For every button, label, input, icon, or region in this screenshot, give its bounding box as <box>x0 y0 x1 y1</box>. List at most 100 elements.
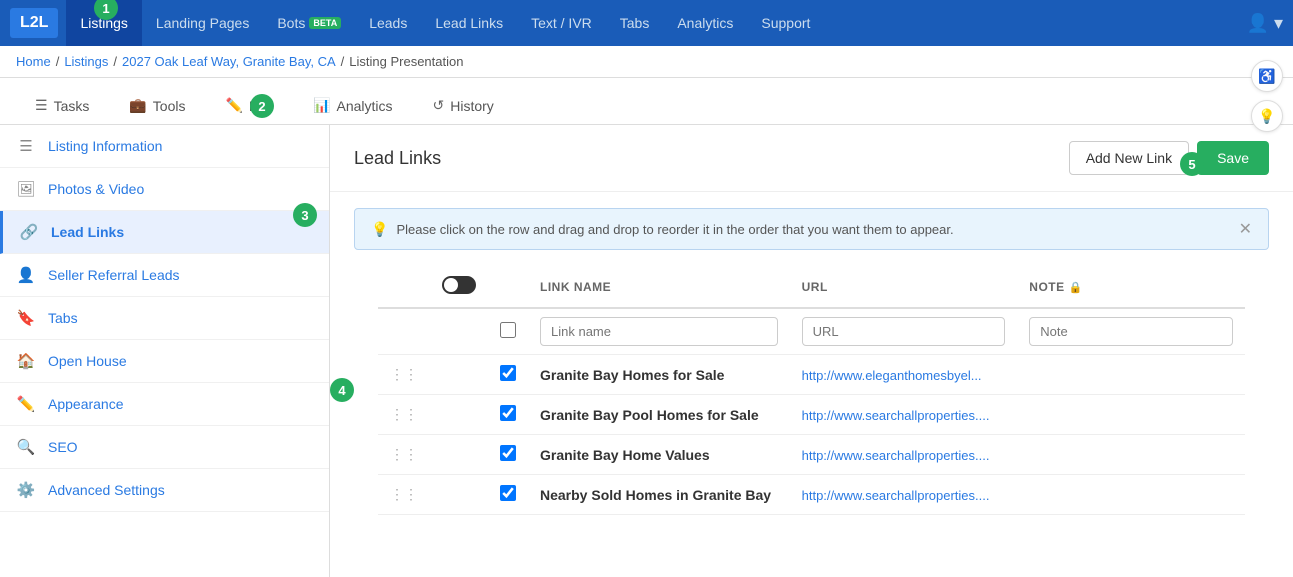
tab-history[interactable]: ↺ History <box>414 86 513 124</box>
sidebar-item-tabs[interactable]: 🔖 Tabs <box>0 297 329 340</box>
sidebar-item-appearance-label: Appearance <box>48 396 124 412</box>
user-menu[interactable]: 👤 ▾ <box>1247 13 1283 34</box>
drag-handle-cell-2: ⋮⋮ <box>378 395 430 435</box>
input-drag-cell <box>378 308 430 355</box>
row-2-checkbox[interactable] <box>500 405 516 421</box>
history-icon: ↺ <box>433 97 445 114</box>
logo[interactable]: L2L <box>10 8 58 38</box>
row-4-note <box>1017 475 1245 515</box>
lightbulb-icon-button[interactable]: 💡 <box>1251 125 1283 132</box>
input-checkbox-cell <box>488 308 528 355</box>
drag-handle-cell-4: ⋮⋮ <box>378 475 430 515</box>
top-navigation: L2L Listings Landing Pages Bots BETA Lea… <box>0 0 1293 46</box>
nav-item-tabs[interactable]: Tabs <box>606 0 664 46</box>
row-2-url: http://www.searchallproperties.... <box>790 395 1018 435</box>
row-4-checkbox[interactable] <box>500 485 516 501</box>
add-new-link-button[interactable]: Add New Link <box>1069 141 1189 175</box>
sidebar-item-seller-referral-leads[interactable]: 👤 Seller Referral Leads <box>0 254 329 297</box>
breadcrumb-current: Listing Presentation <box>349 54 463 69</box>
drag-handle-cell: ⋮⋮ <box>378 355 430 395</box>
lead-links-table: LINK NAME URL NOTE 🔒 <box>378 266 1245 515</box>
sidebar-item-lead-links-label: Lead Links <box>51 224 124 240</box>
toggle-column-header <box>430 266 488 308</box>
toggle-cell-1 <box>430 355 488 395</box>
note-input[interactable] <box>1029 317 1233 346</box>
breadcrumb: Home / Listings / 2027 Oak Leaf Way, Gra… <box>0 46 1293 78</box>
info-box: 💡 Please click on the row and drag and d… <box>354 208 1269 250</box>
breadcrumb-home[interactable]: Home <box>16 54 51 69</box>
sidebar-item-tabs-label: Tabs <box>48 310 78 326</box>
note-column-header: NOTE 🔒 <box>1017 266 1245 308</box>
input-toggle-cell <box>430 308 488 355</box>
open-house-icon: 🏠 <box>16 352 36 370</box>
step-badge-5: 5 <box>1180 152 1204 176</box>
sidebar-item-open-house[interactable]: 🏠 Open House <box>0 340 329 383</box>
nav-item-lead-links[interactable]: Lead Links <box>421 0 517 46</box>
sidebar-item-seo[interactable]: 🔍 SEO <box>0 426 329 469</box>
main-wrapper: ☰ Tasks 💼 Tools ✏️ Edit 📊 Analytics ↺ Hi… <box>0 78 1293 577</box>
drag-handle-icon[interactable]: ⋮⋮ <box>390 366 418 382</box>
row-4-url-link[interactable]: http://www.searchallproperties.... <box>802 488 990 503</box>
input-url-cell <box>790 308 1018 355</box>
drag-handle-icon-3[interactable]: ⋮⋮ <box>390 446 418 462</box>
nav-item-support[interactable]: Support <box>747 0 824 46</box>
nav-item-leads[interactable]: Leads <box>355 0 421 46</box>
tabs-bar: ☰ Tasks 💼 Tools ✏️ Edit 📊 Analytics ↺ Hi… <box>0 78 1293 125</box>
row-3-checkbox[interactable] <box>500 445 516 461</box>
row-1-link-name: Granite Bay Homes for Sale <box>528 355 790 395</box>
tab-analytics-label: Analytics <box>336 98 392 114</box>
tab-tools-label: Tools <box>153 98 186 114</box>
row-3-url-link[interactable]: http://www.searchallproperties.... <box>802 448 990 463</box>
toggle-all-switch[interactable] <box>442 276 476 294</box>
drag-handle-icon-2[interactable]: ⋮⋮ <box>390 406 418 422</box>
seller-referral-leads-icon: 👤 <box>16 266 36 284</box>
nav-item-bots[interactable]: Bots BETA <box>263 0 355 46</box>
sidebar-item-photos-video-label: Photos & Video <box>48 181 144 197</box>
step-badge-4: 4 <box>330 378 354 402</box>
sidebar-item-advanced-settings[interactable]: ⚙️ Advanced Settings <box>0 469 329 512</box>
nav-item-analytics[interactable]: Analytics <box>663 0 747 46</box>
toggle-cell-2 <box>430 395 488 435</box>
row-1-url-link[interactable]: http://www.eleganthomesbyel... <box>802 368 982 383</box>
sidebar-item-lead-links[interactable]: 🔗 Lead Links 3 <box>0 211 329 254</box>
toggle-cell-3 <box>430 435 488 475</box>
breadcrumb-listings[interactable]: Listings <box>64 54 108 69</box>
toggle-cell-4 <box>430 475 488 515</box>
main-content: Lead Links Add New Link Save 💡 Please cl… <box>330 125 1293 577</box>
tab-analytics[interactable]: 📊 Analytics <box>294 86 411 124</box>
breadcrumb-address[interactable]: 2027 Oak Leaf Way, Granite Bay, CA <box>122 54 336 69</box>
save-button[interactable]: Save <box>1197 141 1269 175</box>
sidebar-item-seller-referral-leads-label: Seller Referral Leads <box>48 267 180 283</box>
nav-item-landing-pages[interactable]: Landing Pages <box>142 0 263 46</box>
nav-item-text-ivr[interactable]: Text / IVR <box>517 0 606 46</box>
input-row-checkbox[interactable] <box>500 322 516 338</box>
tools-icon: 💼 <box>129 97 146 114</box>
tab-tasks-label: Tasks <box>54 98 90 114</box>
tab-tasks[interactable]: ☰ Tasks <box>16 86 108 124</box>
tab-tools[interactable]: 💼 Tools <box>110 86 204 124</box>
breadcrumb-sep3: / <box>341 54 345 69</box>
checkbox-cell-1 <box>488 355 528 395</box>
row-2-link-name: Granite Bay Pool Homes for Sale <box>528 395 790 435</box>
row-2-url-link[interactable]: http://www.searchallproperties.... <box>802 408 990 423</box>
row-1-checkbox[interactable] <box>500 365 516 381</box>
url-input[interactable] <box>802 317 1006 346</box>
appearance-icon: ✏️ <box>16 395 36 413</box>
row-3-link-name: Granite Bay Home Values <box>528 435 790 475</box>
sidebar-item-listing-information-label: Listing Information <box>48 138 162 154</box>
link-name-input[interactable] <box>540 317 778 346</box>
row-3-url: http://www.searchallproperties.... <box>790 435 1018 475</box>
info-icon: 💡 <box>371 221 388 238</box>
drag-handle-icon-4[interactable]: ⋮⋮ <box>390 486 418 502</box>
lock-icon: 🔒 <box>1068 282 1082 294</box>
sidebar-item-appearance[interactable]: ✏️ Appearance <box>0 383 329 426</box>
sidebar-item-listing-information[interactable]: ☰ Listing Information <box>0 125 329 168</box>
close-info-button[interactable]: ✕ <box>1239 219 1252 239</box>
row-1-note <box>1017 355 1245 395</box>
edit-icon: ✏️ <box>225 97 242 114</box>
sidebar-item-photos-video[interactable]: 🖼 Photos & Video <box>0 168 329 211</box>
step-badge-3: 3 <box>293 203 317 227</box>
url-column-header: URL <box>790 266 1018 308</box>
right-icons-panel: ♿ 💡 <box>1251 125 1283 132</box>
breadcrumb-sep1: / <box>56 54 60 69</box>
